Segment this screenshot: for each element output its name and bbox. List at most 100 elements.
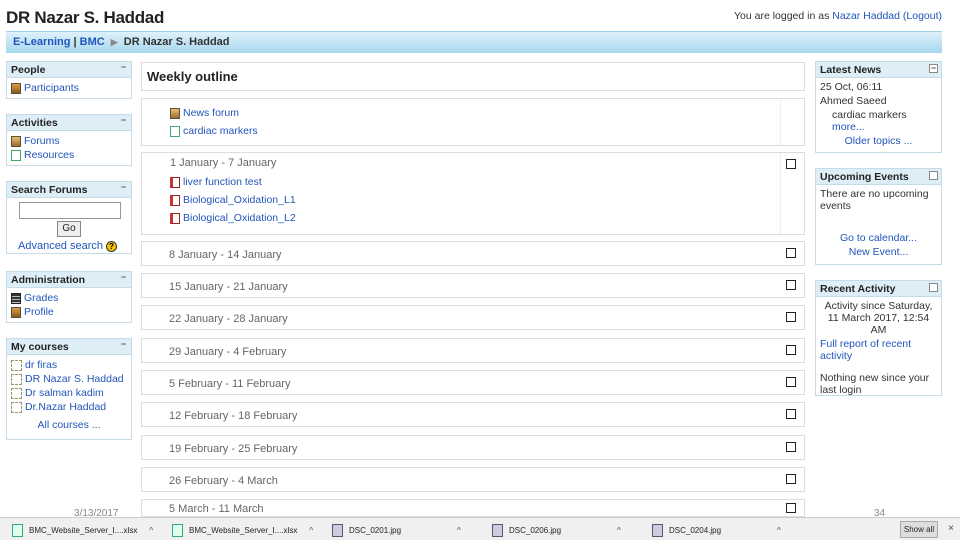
help-icon[interactable]: ? (106, 240, 117, 252)
go-to-calendar-link[interactable]: Go to calendar... (820, 232, 937, 244)
grades-link[interactable]: Grades (11, 291, 127, 305)
excel-file-icon (12, 523, 23, 537)
course-icon (11, 387, 22, 399)
activity-label: liver function test (183, 176, 262, 188)
user-link[interactable]: Nazar Haddad (832, 10, 900, 22)
activity-link[interactable]: Biological_Oxidation_L1 (170, 191, 804, 209)
week-label[interactable]: 5 February - 11 February (169, 378, 290, 390)
highlight-checkbox[interactable] (786, 503, 796, 513)
collapse-icon[interactable]: − (929, 64, 938, 73)
highlight-checkbox[interactable] (786, 312, 796, 322)
forums-label: Forums (24, 135, 60, 147)
highlight-checkbox[interactable] (786, 280, 796, 290)
download-item[interactable]: BMC_Website_Server_I....xlsx ^ (12, 522, 153, 538)
all-courses-link[interactable]: All courses ... (11, 418, 127, 432)
my-courses-block: My courses − dr firas DR Nazar S. Haddad… (6, 338, 132, 440)
download-item[interactable]: DSC_0204.jpg ^ (652, 522, 781, 538)
highlight-checkbox[interactable] (786, 377, 796, 387)
activity-label: Biological_Oxidation_L1 (183, 194, 296, 206)
breadcrumb-home[interactable]: E-Learning (13, 36, 70, 48)
excel-file-icon (172, 523, 183, 537)
participants-link[interactable]: Participants (11, 81, 127, 95)
activity-link[interactable]: liver function test (170, 173, 804, 191)
collapse-icon[interactable]: − (119, 340, 128, 350)
full-report-link[interactable]: Full report of recent activity (820, 338, 937, 362)
week-label[interactable]: 19 February - 25 February (169, 443, 297, 455)
image-file-icon (332, 523, 343, 537)
week-row: 8 January - 14 January (141, 241, 805, 266)
news-more-link[interactable]: more... (832, 121, 865, 133)
resource-icon (11, 149, 21, 161)
advanced-search-link[interactable]: Advanced search ? (7, 239, 131, 253)
highlight-checkbox[interactable] (786, 474, 796, 484)
page-title: Weekly outline (141, 62, 805, 91)
download-item[interactable]: DSC_0201.jpg ^ (332, 522, 461, 538)
administration-block: Administration − Grades Profile (6, 271, 132, 323)
week-label[interactable]: 26 February - 4 March (169, 475, 278, 487)
pdf-icon (170, 194, 180, 206)
resource-icon (170, 125, 180, 137)
show-all-button[interactable]: Show all (900, 521, 938, 538)
older-topics-link[interactable]: Older topics ... (820, 135, 937, 147)
collapse-icon[interactable]: − (119, 63, 128, 73)
course-link[interactable]: Dr salman kadim (11, 386, 127, 400)
download-label: DSC_0206.jpg (509, 525, 562, 535)
news-forum-link[interactable]: News forum (170, 104, 804, 122)
grades-icon (11, 292, 21, 304)
download-item[interactable]: DSC_0206.jpg ^ (492, 522, 621, 538)
chevron-up-icon[interactable]: ^ (617, 526, 621, 535)
week-label[interactable]: 22 January - 28 January (169, 313, 288, 325)
chevron-up-icon[interactable]: ^ (309, 526, 313, 535)
download-label: DSC_0204.jpg (669, 525, 722, 535)
week-label[interactable]: 15 January - 21 January (169, 281, 288, 293)
highlight-checkbox[interactable] (786, 248, 796, 258)
search-input[interactable] (19, 202, 121, 219)
people-title: People (11, 64, 46, 76)
general-section: News forum cardiac markers (141, 98, 805, 146)
course-link[interactable]: dr firas (11, 358, 127, 372)
week-label[interactable]: 5 March - 11 March (169, 503, 264, 515)
activity-link[interactable]: Biological_Oxidation_L2 (170, 209, 804, 227)
activities-block: Activities − Forums Resources (6, 114, 132, 166)
week-row: 22 January - 28 January (141, 305, 805, 330)
breadcrumb-current: DR Nazar S. Haddad (123, 36, 230, 48)
forums-link[interactable]: Forums (11, 134, 127, 148)
new-event-link[interactable]: New Event... (820, 246, 937, 258)
collapse-icon[interactable]: − (119, 116, 128, 126)
news-title: Latest News (820, 64, 882, 76)
course-link[interactable]: Dr.Nazar Haddad (11, 400, 127, 414)
highlight-checkbox[interactable] (786, 345, 796, 355)
collapse-icon[interactable]: − (119, 273, 128, 283)
course-link[interactable]: DR Nazar S. Haddad (11, 372, 127, 386)
site-title: DR Nazar S. Haddad (6, 8, 165, 27)
resources-label: Resources (24, 149, 75, 161)
highlight-checkbox[interactable] (786, 159, 796, 169)
go-button[interactable]: Go (57, 221, 81, 237)
pdf-icon (170, 212, 180, 224)
profile-link[interactable]: Profile (11, 305, 127, 319)
download-item[interactable]: BMC_Website_Server_I....xlsx ^ (172, 522, 313, 538)
chevron-up-icon[interactable]: ^ (777, 526, 781, 535)
close-icon[interactable]: × (948, 523, 954, 534)
week-label[interactable]: 8 January - 14 January (169, 249, 282, 261)
logout-link[interactable]: (Logout) (903, 10, 942, 22)
image-file-icon (652, 523, 663, 537)
week-label[interactable]: 12 February - 18 February (169, 410, 297, 422)
highlight-checkbox[interactable] (786, 409, 796, 419)
breadcrumb: E-Learning | BMC ▶ DR Nazar S. Haddad (6, 31, 942, 53)
forum-icon (170, 107, 180, 119)
cardiac-markers-link[interactable]: cardiac markers (170, 122, 804, 140)
nothing-new-text: Nothing new since your last login (820, 372, 930, 396)
chevron-up-icon[interactable]: ^ (149, 526, 153, 535)
week-label[interactable]: 29 January - 4 February (169, 346, 286, 358)
breadcrumb-org[interactable]: BMC (80, 36, 105, 48)
download-bar: BMC_Website_Server_I....xlsx ^ BMC_Websit… (0, 517, 960, 540)
resources-link[interactable]: Resources (11, 148, 127, 162)
collapse-icon[interactable]: − (119, 183, 128, 193)
chevron-up-icon[interactable]: ^ (457, 526, 461, 535)
collapse-icon[interactable] (929, 283, 938, 292)
highlight-checkbox[interactable] (786, 442, 796, 452)
cardiac-markers-label: cardiac markers (183, 125, 258, 137)
news-forum-label: News forum (183, 107, 240, 119)
collapse-icon[interactable] (929, 171, 938, 180)
